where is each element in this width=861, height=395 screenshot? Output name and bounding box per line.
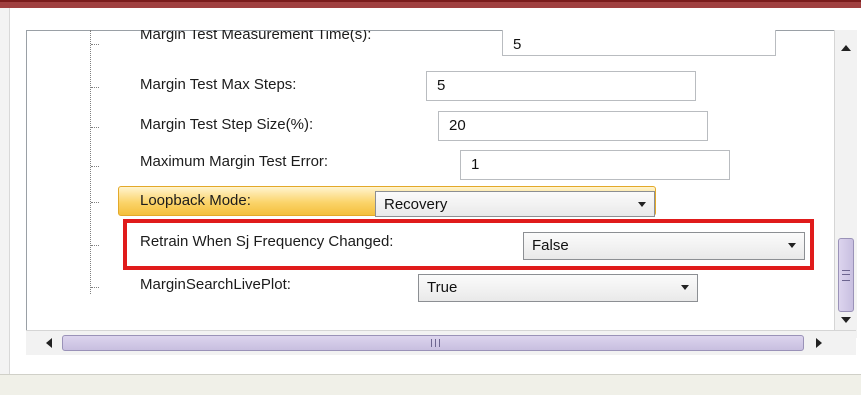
tree-tick: [91, 87, 99, 88]
window-title-bar: [0, 0, 861, 8]
arrow-left-icon[interactable]: [46, 338, 52, 348]
step-size-field[interactable]: 20: [438, 111, 708, 141]
grip-icon: [842, 270, 850, 281]
vertical-scrollbar[interactable]: [834, 30, 857, 338]
measurement-time-label: Margin Test Measurement Time(s):: [140, 30, 372, 43]
grip-icon: [431, 339, 440, 347]
chevron-down-icon[interactable]: [638, 202, 646, 207]
live-plot-label: MarginSearchLivePlot:: [140, 276, 291, 293]
live-plot-value: True: [427, 279, 458, 296]
measurement-time-field[interactable]: 5: [502, 30, 776, 56]
live-plot-select[interactable]: True: [418, 274, 698, 302]
tree-tick: [91, 287, 99, 288]
tree-tick: [91, 44, 99, 45]
tree-connector: [90, 30, 91, 294]
title-bar-edge: [0, 0, 861, 2]
chevron-down-icon[interactable]: [681, 285, 689, 290]
status-area: [0, 374, 861, 395]
left-pane-edge: [0, 8, 10, 374]
vertical-scroll-thumb[interactable]: [838, 238, 854, 312]
max-steps-label: Margin Test Max Steps:: [140, 76, 297, 93]
arrow-up-icon[interactable]: [841, 45, 851, 51]
max-steps-field[interactable]: 5: [426, 71, 696, 101]
horizontal-scrollbar[interactable]: [26, 330, 856, 355]
loopback-mode-select[interactable]: Recovery: [375, 191, 655, 217]
max-error-field[interactable]: 1: [460, 150, 730, 180]
arrow-down-icon[interactable]: [841, 317, 851, 323]
max-error-label: Maximum Margin Test Error:: [140, 153, 329, 170]
loopback-mode-label: Loopback Mode:: [140, 192, 251, 209]
tree-tick: [91, 127, 99, 128]
horizontal-scroll-thumb[interactable]: [62, 335, 804, 351]
highlight-annotation-box: [123, 219, 814, 270]
loopback-mode-value: Recovery: [384, 196, 448, 213]
step-size-label: Margin Test Step Size(%):: [140, 116, 314, 133]
arrow-right-icon[interactable]: [816, 338, 822, 348]
tree-tick: [91, 245, 99, 246]
tree-tick: [91, 202, 99, 203]
tree-tick: [91, 166, 99, 167]
